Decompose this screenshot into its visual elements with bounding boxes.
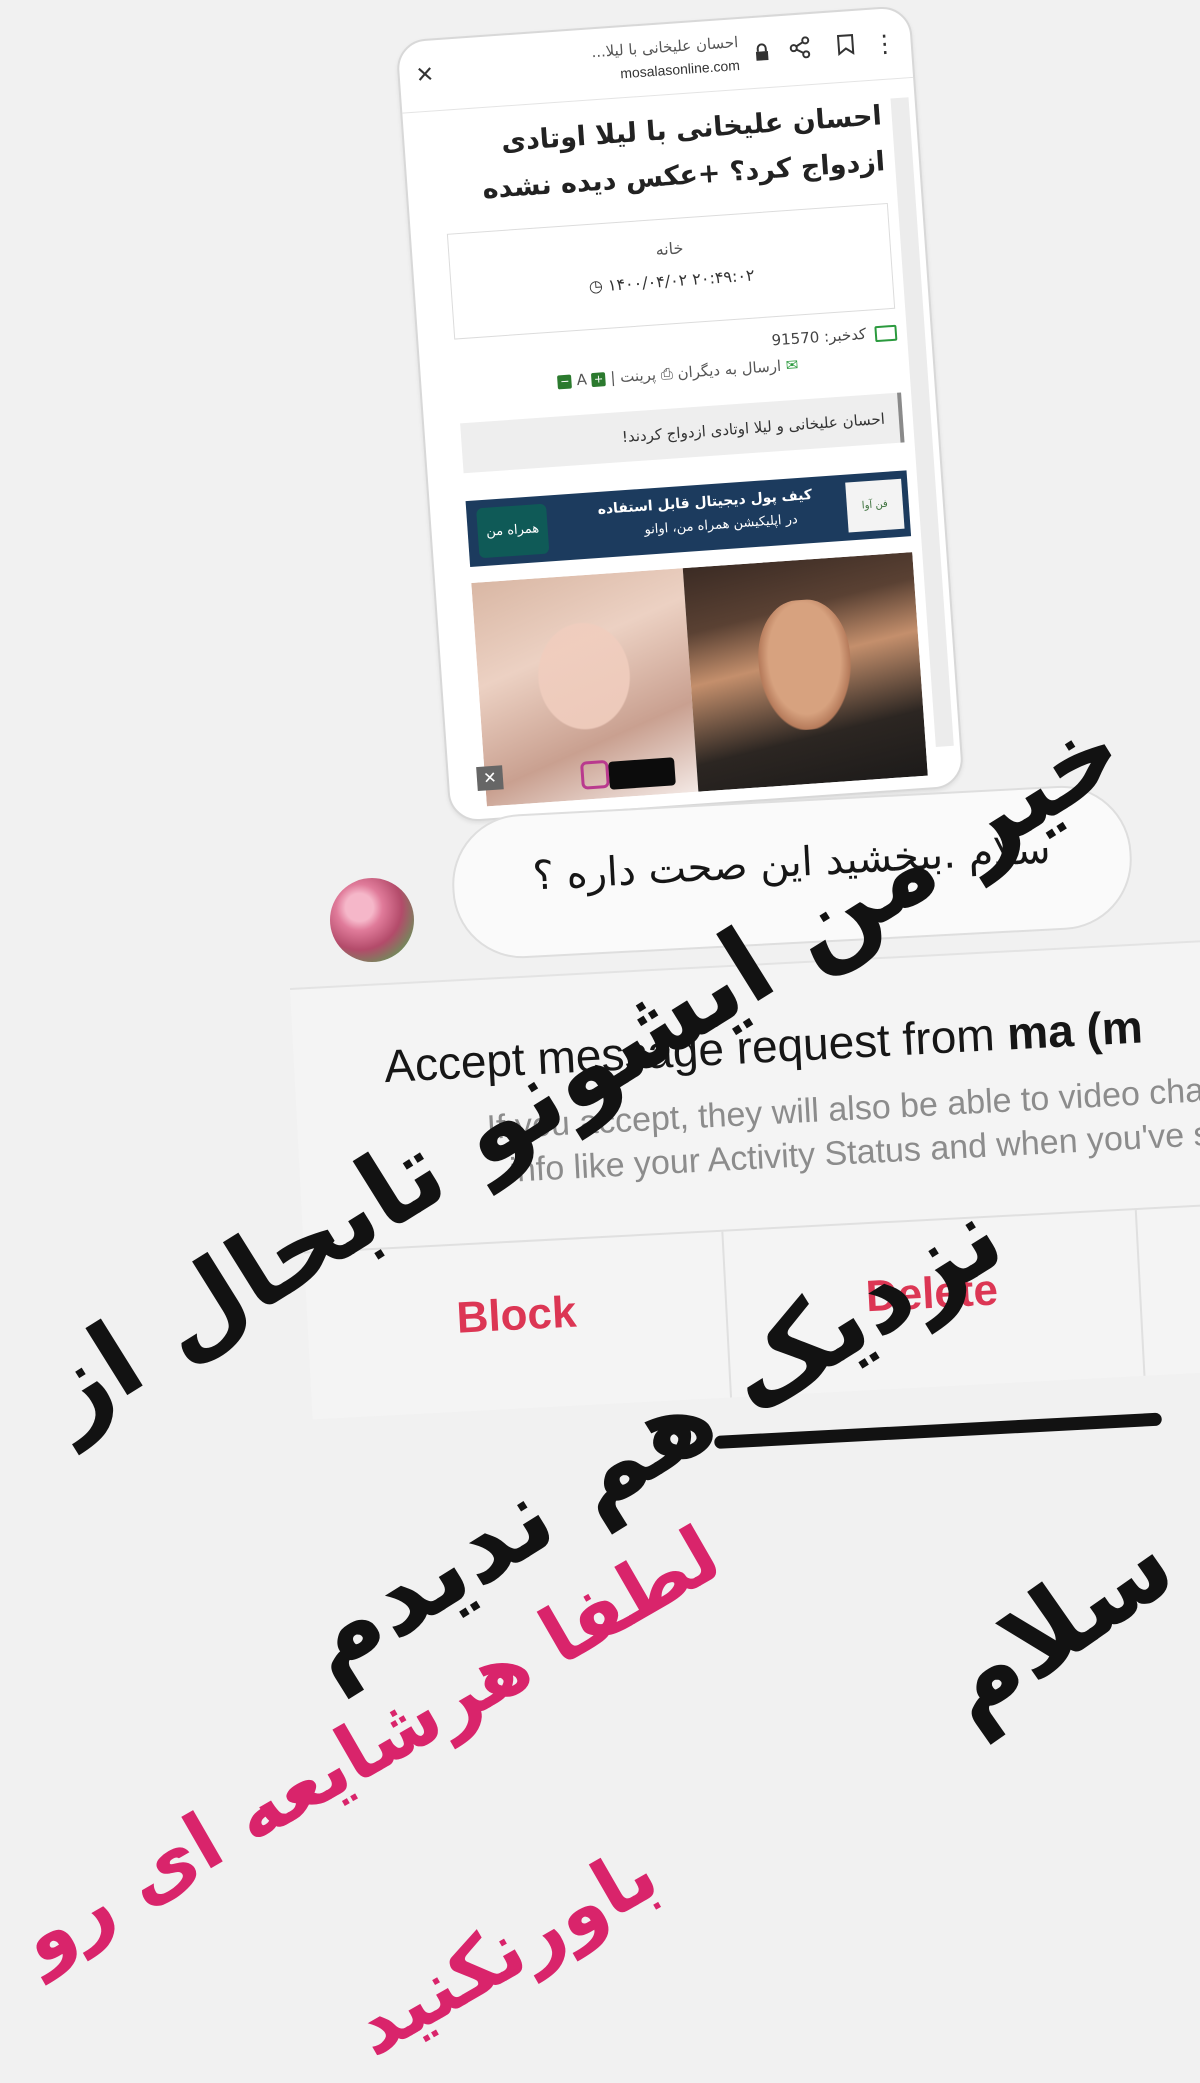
article-photo [471,552,928,807]
photo-man [682,552,928,792]
article-headline: احسان علیخانی با لیلا اوتادی ازدواج کرد؟… [481,100,886,206]
mail-icon[interactable]: ✉ [785,356,799,375]
bookmark-icon[interactable] [836,33,856,63]
handwriting-line-5: باورنکنید [337,1828,673,2074]
divider: | [604,368,617,388]
handwriting-line-1: سلام [914,1501,1195,1749]
font-increase-icon[interactable]: + [591,371,607,387]
news-id-text: کدخبر: 91570 [771,324,867,350]
article-meta: خانه ◷ ۱۴۰۰/۰۴/۰۲ ۲۰:۴۹:۰۲ [446,202,896,340]
ad-line-2: در اپلیکیشن همراه من، اوانو [643,512,799,538]
avatar[interactable] [330,878,414,962]
article-summary: احسان علیخانی و لیلا اوتادی ازدواج کردند… [460,392,905,474]
print-link[interactable]: پرینت [620,366,657,386]
id-card-icon [874,324,898,342]
send-to-others-link[interactable]: ارسال به دیگران [677,357,782,382]
ad-brand-logo: فن آوا [845,478,905,533]
datetime-text: ۱۴۰۰/۰۴/۰۲ ۲۰:۴۹:۰۲ [607,265,756,295]
lock-icon [754,43,770,70]
ad-banner[interactable]: فن آوا کیف پول دیجیتال قابل استفاده در ا… [465,470,912,568]
font-decrease-icon[interactable]: − [557,373,573,389]
request-username: ma (m [1005,1000,1144,1060]
printer-icon[interactable]: ⎙ [660,364,673,383]
clock-icon: ◷ [588,276,604,297]
story-screenshot: ✕ احسان علیخانی با لیلا... mosalasonline… [0,0,1200,2083]
close-icon[interactable]: ✕ [415,62,435,89]
close-ad-button[interactable]: ✕ [476,765,504,792]
redaction-bar [608,757,676,790]
article-screenshot: ✕ احسان علیخانی با لیلا... mosalasonline… [395,4,965,824]
block-button[interactable]: Block [306,1280,726,1352]
article: احسان علیخانی با لیلا اوتادی ازدواج کرد؟… [439,93,928,807]
instagram-icon [580,759,610,790]
ad-app-logo: همراه من [476,503,550,559]
font-size-label: A [575,370,588,390]
more-vertical-icon[interactable]: ⋮ [872,29,898,59]
share-icon[interactable] [788,36,812,66]
